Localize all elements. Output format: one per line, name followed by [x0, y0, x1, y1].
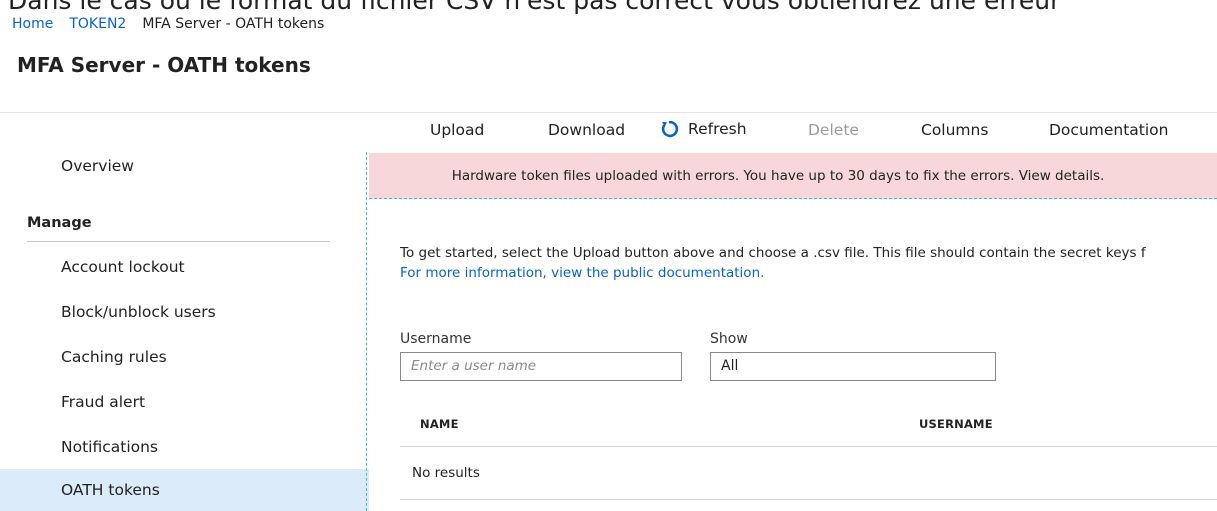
intro-description: To get started, select the Upload button…	[400, 245, 1146, 261]
column-header-username[interactable]: USERNAME	[919, 417, 993, 431]
command-bar: Upload Download Refresh Delete Columns D…	[369, 113, 1217, 153]
refresh-button[interactable]: Refresh	[659, 118, 747, 140]
show-label: Show	[710, 331, 748, 347]
columns-button[interactable]: Columns	[921, 121, 988, 139]
table-empty-row: No results	[400, 447, 1217, 500]
error-banner-text: Hardware token files uploaded with error…	[451, 168, 1105, 184]
username-field-box	[400, 352, 682, 381]
upload-button[interactable]: Upload	[430, 121, 484, 139]
sidebar-item-caching-rules[interactable]: Caching rules	[0, 338, 369, 376]
sidebar: Overview Manage Account lockout Block/un…	[0, 112, 369, 511]
sidebar-item-overview[interactable]: Overview	[0, 147, 369, 185]
sidebar-section-manage: Manage	[27, 215, 92, 231]
username-label: Username	[400, 331, 472, 347]
sidebar-item-fraud-alert[interactable]: Fraud alert	[0, 383, 369, 421]
breadcrumb-current: MFA Server - OATH tokens	[142, 16, 325, 32]
documentation-button[interactable]: Documentation	[1049, 121, 1169, 139]
refresh-label: Refresh	[688, 120, 747, 138]
columns-label: Columns	[921, 121, 989, 139]
download-label: Download	[548, 121, 626, 139]
sidebar-item-block-unblock-users[interactable]: Block/unblock users	[0, 293, 369, 331]
sidebar-item-account-lockout[interactable]: Account lockout	[0, 248, 369, 286]
main-pane: Upload Download Refresh Delete Columns D…	[369, 112, 1217, 511]
pane-divider	[366, 152, 367, 511]
breadcrumb-home-link[interactable]: Home	[12, 16, 53, 32]
breadcrumb-tenant-link[interactable]: TOKEN2	[69, 16, 126, 32]
username-input[interactable]	[411, 353, 671, 379]
show-dropdown[interactable]: All	[710, 352, 996, 381]
delete-button[interactable]: Delete	[808, 121, 859, 139]
sidebar-divider	[27, 241, 330, 242]
column-header-name[interactable]: NAME	[420, 417, 459, 431]
sidebar-item-oath-tokens[interactable]: OATH tokens	[0, 469, 369, 511]
sidebar-item-notifications[interactable]: Notifications	[0, 428, 369, 466]
breadcrumb: Home TOKEN2 MFA Server - OATH tokens	[12, 16, 324, 32]
intro-text: To get started, select the Upload button…	[400, 243, 1217, 283]
table-header: NAME USERNAME	[400, 399, 1217, 447]
page-title: MFA Server - OATH tokens	[17, 53, 311, 77]
error-banner[interactable]: Hardware token files uploaded with error…	[369, 153, 1217, 199]
caption-text: Dans le cas où le format du fichier CSV …	[0, 0, 1217, 14]
show-selected-value: All	[721, 358, 739, 374]
refresh-icon	[661, 120, 679, 138]
download-button[interactable]: Download	[548, 121, 625, 139]
documentation-label: Documentation	[1049, 121, 1169, 139]
delete-label: Delete	[808, 121, 859, 139]
upload-label: Upload	[430, 121, 485, 139]
public-documentation-link[interactable]: For more information, view the public do…	[400, 263, 1217, 283]
